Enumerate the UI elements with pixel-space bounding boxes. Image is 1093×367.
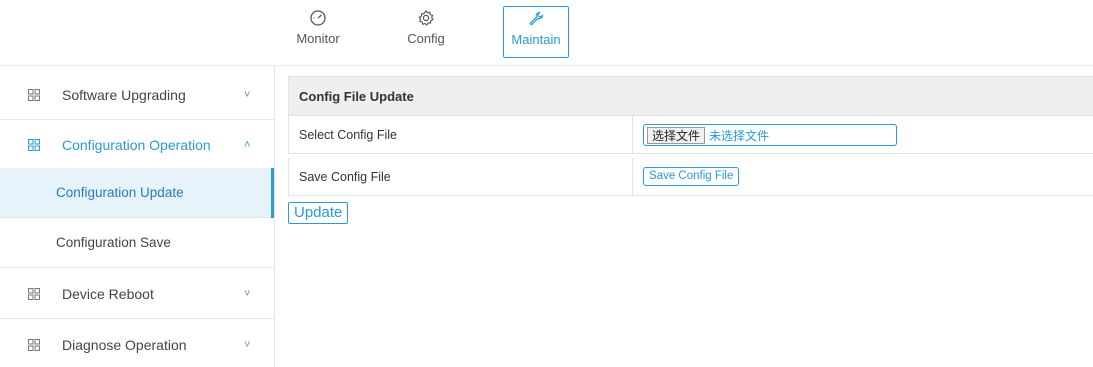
sidebar-subitem-configuration-update[interactable]: Configuration Update [0,168,274,218]
nav-monitor-label: Monitor [296,31,340,46]
grid-icon [28,287,40,300]
save-config-file-value: Save Config File [632,158,1093,195]
sidebar-item-label: Diagnose Operation [62,337,187,353]
chevron-down-icon: ˅ [244,88,251,101]
sidebar-subitem-configuration-save[interactable]: Configuration Save [0,218,274,268]
nav-monitor[interactable]: Monitor [290,6,346,58]
sidebar-item-configuration-operation[interactable]: Configuration Operation ˄ [0,120,274,170]
sidebar-subitem-label: Configuration Update [56,185,184,200]
top-navigation: Monitor Config Maintain [0,0,1093,66]
sidebar: Software Upgrading ˅ Configuration Opera… [0,66,275,367]
save-config-file-label: Save Config File [299,170,391,184]
wrench-icon [527,7,545,31]
gauge-icon [309,6,327,30]
select-config-file-value: 选择文件 未选择文件 [632,116,1093,153]
grid-icon [28,138,40,151]
sidebar-item-device-reboot[interactable]: Device Reboot ˅ [0,269,274,319]
nav-maintain[interactable]: Maintain [503,6,569,58]
nav-config-label: Config [407,31,445,46]
sidebar-item-label: Configuration Operation [62,136,211,153]
grid-icon [28,88,40,101]
active-indicator [271,168,274,218]
gear-icon [417,6,435,30]
file-input[interactable]: 选择文件 未选择文件 [643,124,897,146]
select-config-file-row: Select Config File 选择文件 未选择文件 [288,116,1093,154]
panel-title: Config File Update [288,76,1093,116]
chevron-down-icon: ˅ [244,287,251,300]
sidebar-item-diagnose-operation[interactable]: Diagnose Operation ˅ [0,320,274,367]
sidebar-item-software-upgrading[interactable]: Software Upgrading ˅ [0,70,274,120]
save-config-file-button[interactable]: Save Config File [643,167,740,186]
save-config-file-row: Save Config File Save Config File [288,158,1093,196]
sidebar-subitem-label: Configuration Save [56,235,171,250]
chevron-up-icon: ˄ [244,138,251,151]
file-status-text: 未选择文件 [709,128,770,143]
nav-maintain-label: Maintain [511,32,561,47]
chevron-down-icon: ˅ [244,339,251,351]
select-config-file-label: Select Config File [299,128,397,142]
sidebar-item-label: Software Upgrading [62,86,186,103]
nav-config[interactable]: Config [398,6,454,58]
choose-file-button[interactable]: 选择文件 [647,126,706,144]
grid-icon [28,338,40,351]
sidebar-item-label: Device Reboot [62,285,154,302]
update-button[interactable]: Update [288,202,349,224]
